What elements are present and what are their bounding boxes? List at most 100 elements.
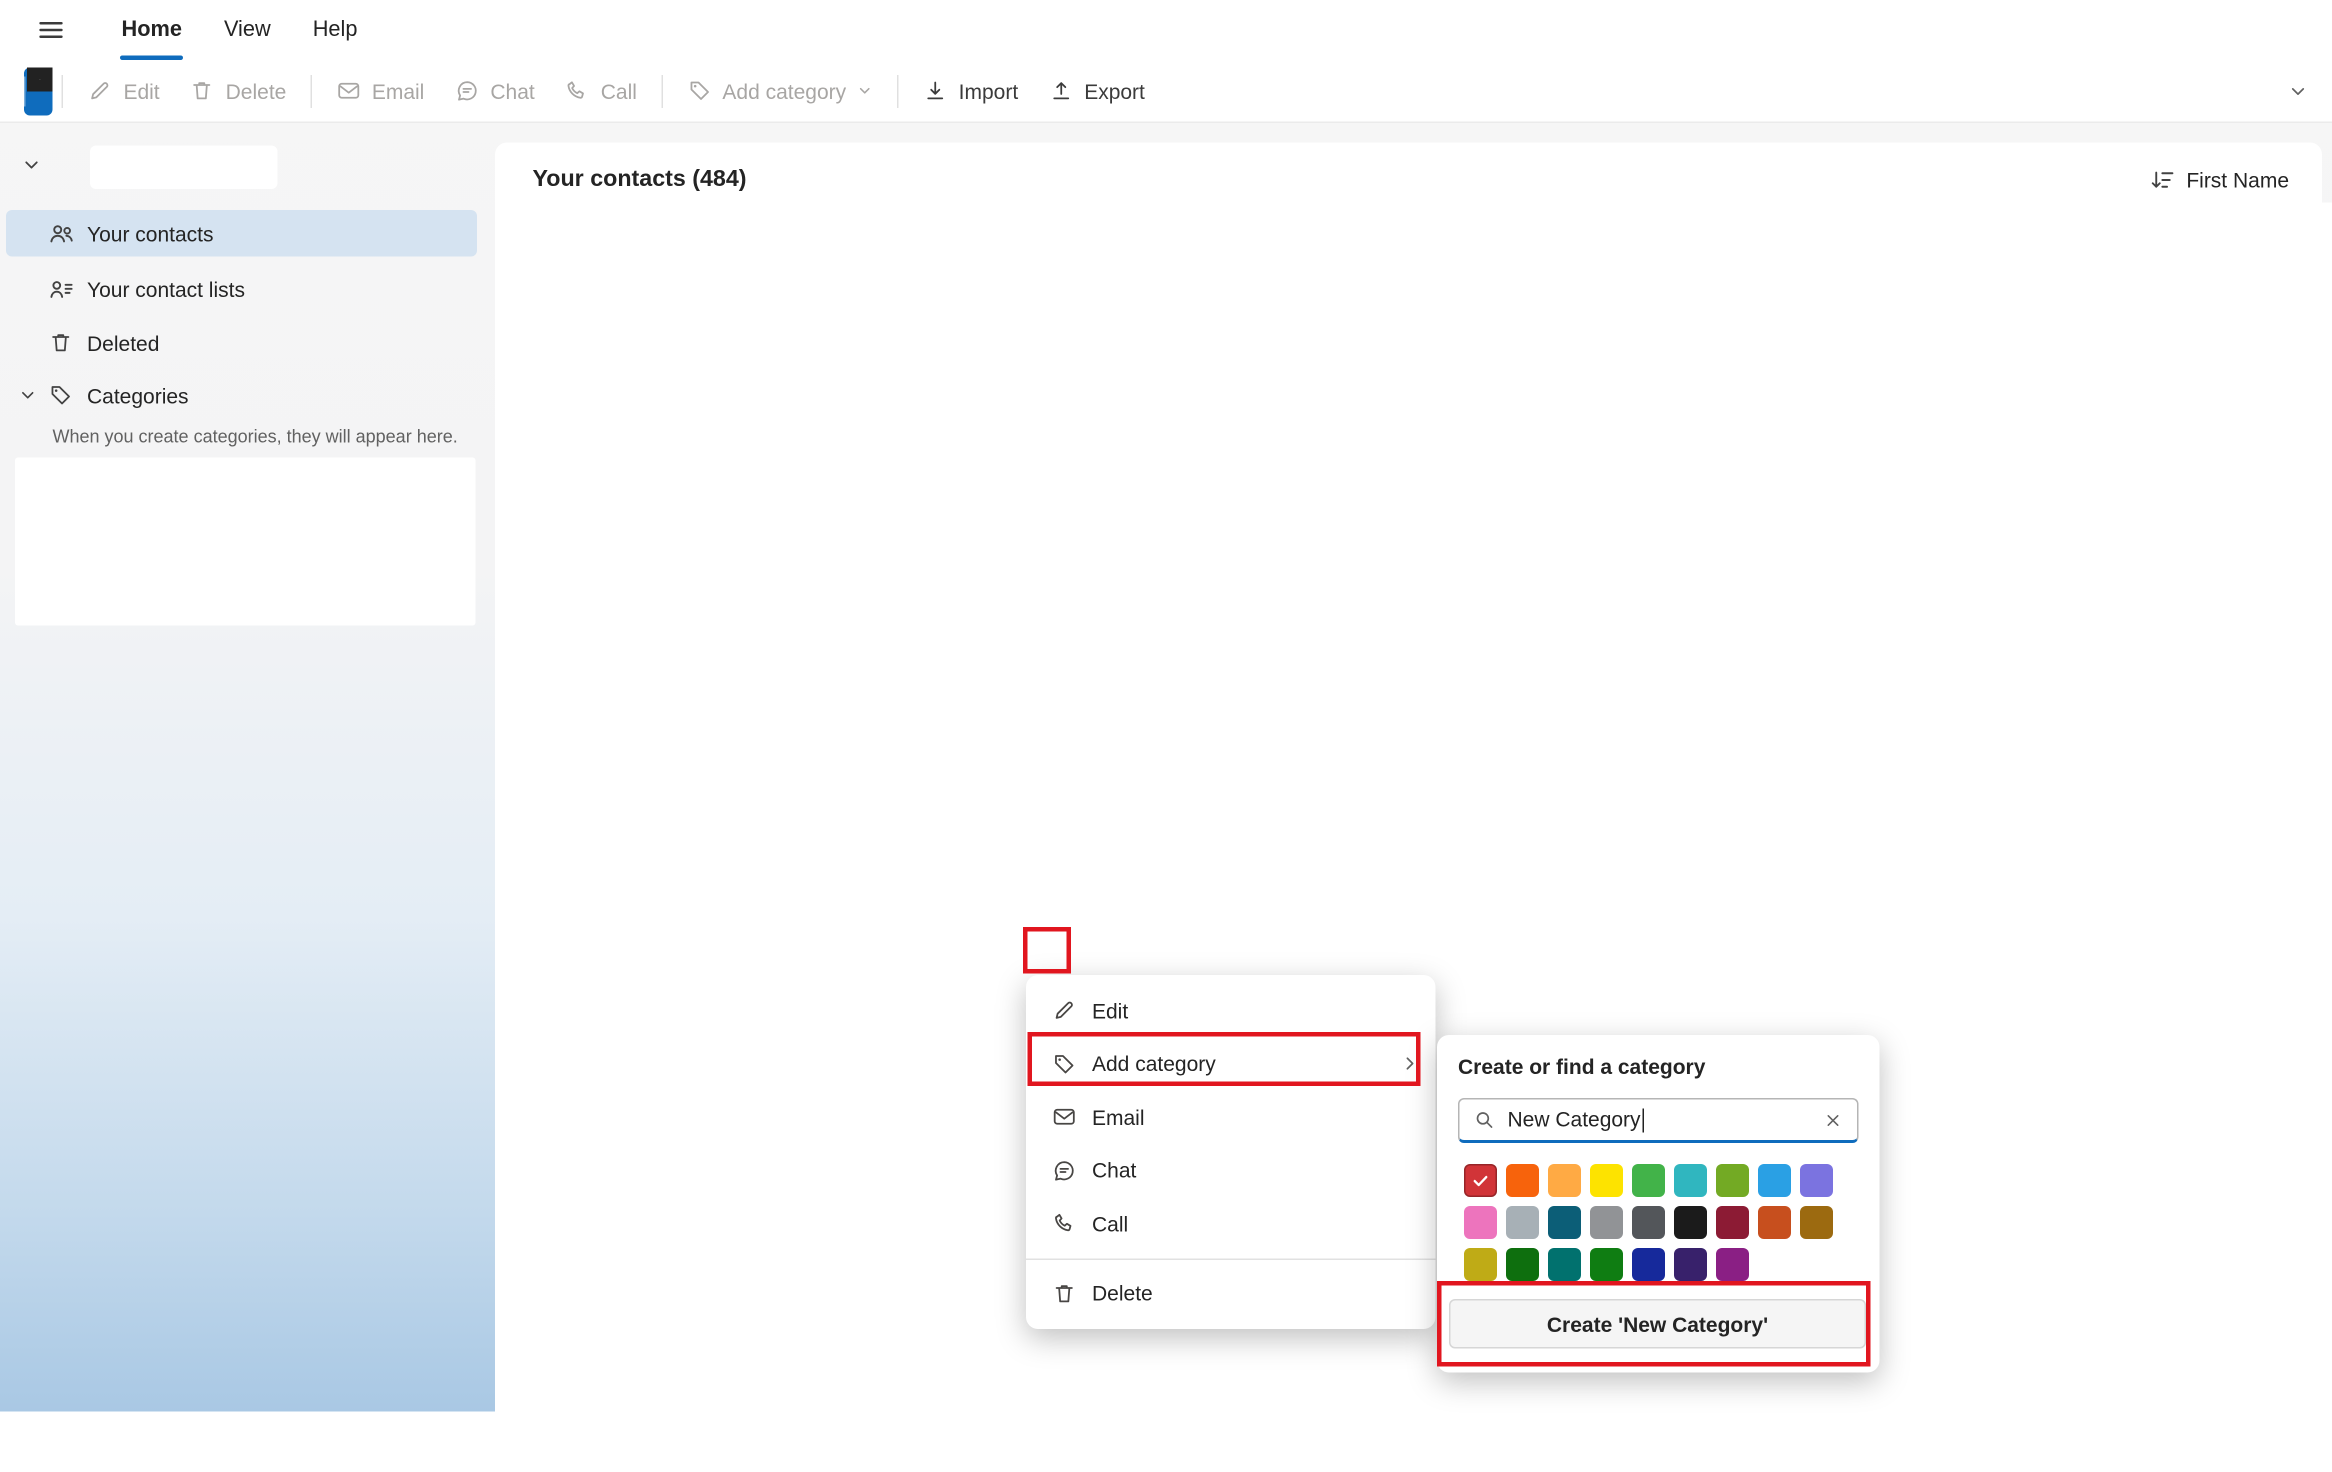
- menubar: Home View Help: [0, 0, 2332, 60]
- mail-icon: [336, 78, 362, 104]
- color-swatch[interactable]: [1674, 1206, 1707, 1239]
- phone-icon: [1050, 1211, 1077, 1237]
- trash-icon: [190, 78, 216, 104]
- menu-item-email[interactable]: Email: [1026, 1091, 1436, 1144]
- color-swatch[interactable]: [1758, 1164, 1791, 1197]
- tab-view[interactable]: View: [203, 0, 292, 60]
- email-button[interactable]: Email: [321, 67, 440, 115]
- pencil-icon: [1050, 998, 1077, 1024]
- chat-label: Chat: [490, 79, 534, 103]
- people-icon: [48, 220, 87, 247]
- menu-item-add-category[interactable]: Add category: [1026, 1037, 1436, 1090]
- sidebar-item-deleted[interactable]: Deleted: [6, 320, 477, 367]
- color-swatch[interactable]: [1590, 1206, 1623, 1239]
- menu-item-chat[interactable]: Chat: [1026, 1144, 1436, 1197]
- sidebar-item-categories[interactable]: Categories: [6, 372, 477, 419]
- color-swatch[interactable]: [1464, 1206, 1497, 1239]
- menu-item-edit[interactable]: Edit: [1026, 984, 1436, 1037]
- new-contact-button[interactable]: New contact: [24, 67, 53, 115]
- color-swatch[interactable]: [1632, 1206, 1665, 1239]
- color-swatch[interactable]: [1716, 1164, 1749, 1197]
- toolbar: New contact Edit Delete Email Chat Cal: [0, 60, 2332, 123]
- color-swatch[interactable]: [1548, 1206, 1581, 1239]
- search-icon: [1473, 1109, 1496, 1132]
- color-swatch[interactable]: [1674, 1164, 1707, 1197]
- color-swatch[interactable]: [1674, 1248, 1707, 1281]
- chat-button[interactable]: Chat: [439, 67, 549, 115]
- chevron-right-icon: [1400, 1053, 1421, 1074]
- tab-home[interactable]: Home: [101, 0, 203, 60]
- chevron-down-icon: [857, 83, 874, 100]
- hamburger-menu-button[interactable]: [35, 14, 68, 47]
- color-swatch[interactable]: [1716, 1206, 1749, 1239]
- categories-hint: When you create categories, they will ap…: [53, 426, 481, 447]
- page-title: Your contacts (484): [533, 167, 747, 194]
- color-swatch[interactable]: [1506, 1248, 1539, 1281]
- color-swatch[interactable]: [1632, 1248, 1665, 1281]
- call-button[interactable]: Call: [550, 67, 652, 115]
- context-menu: Edit Add category Email Chat Call Delete: [1026, 975, 1436, 1329]
- email-label: Email: [372, 79, 425, 103]
- color-swatch[interactable]: [1800, 1206, 1833, 1239]
- category-search-input[interactable]: New Category: [1458, 1098, 1859, 1143]
- delete-button[interactable]: Delete: [175, 67, 302, 115]
- ribbon-tabs: Home View Help: [101, 0, 379, 60]
- phone-icon: [565, 78, 591, 104]
- mail-icon: [1050, 1104, 1077, 1130]
- edit-button[interactable]: Edit: [72, 67, 174, 115]
- arrow-export-icon: [1048, 78, 1074, 104]
- sidebar-item-label: Deleted: [87, 331, 159, 355]
- sidebar-item-label: Your contact lists: [87, 277, 245, 301]
- export-button[interactable]: Export: [1033, 67, 1160, 115]
- color-swatch[interactable]: [1464, 1164, 1497, 1197]
- text-cursor: [1642, 1109, 1644, 1133]
- color-swatch[interactable]: [1506, 1164, 1539, 1197]
- import-button[interactable]: Import: [908, 67, 1034, 115]
- tag-icon: [686, 78, 712, 104]
- new-contact-label: New contact: [551, 825, 675, 849]
- color-grid: [1464, 1164, 1833, 1281]
- sort-control[interactable]: First Name: [2149, 167, 2289, 194]
- people-list-icon: [48, 275, 87, 302]
- trash-icon: [1050, 1281, 1077, 1307]
- menu-separator: [1026, 1258, 1436, 1260]
- color-swatch[interactable]: [1464, 1248, 1497, 1281]
- edit-label: Edit: [123, 79, 159, 103]
- search-value: New Category: [1508, 1107, 1811, 1133]
- sidebar-item-your-contacts[interactable]: Your contacts: [6, 210, 477, 257]
- menu-item-delete[interactable]: Delete: [1026, 1267, 1436, 1320]
- arrow-import-icon: [923, 78, 949, 104]
- create-category-button[interactable]: Create 'New Category': [1449, 1299, 1866, 1349]
- color-swatch[interactable]: [1800, 1164, 1833, 1197]
- toolbar-separator: [62, 74, 64, 107]
- category-flyout: Create or find a category New Category C…: [1437, 1035, 1880, 1373]
- split-divider: [24, 76, 26, 106]
- color-swatch[interactable]: [1548, 1248, 1581, 1281]
- color-swatch[interactable]: [1548, 1164, 1581, 1197]
- add-category-button[interactable]: Add category: [671, 67, 888, 115]
- tab-help[interactable]: Help: [292, 0, 379, 60]
- redacted-account-label: [90, 146, 278, 190]
- toolbar-separator: [310, 74, 312, 107]
- sidebar: Your contacts Your contact lists Deleted…: [0, 123, 495, 1412]
- menu-item-call[interactable]: Call: [1026, 1197, 1436, 1250]
- toolbar-overflow-chevron[interactable]: [2288, 80, 2309, 101]
- color-swatch[interactable]: [1758, 1206, 1791, 1239]
- sidebar-collapse-chevron[interactable]: [21, 155, 42, 176]
- clear-search-icon[interactable]: [1823, 1109, 1844, 1130]
- color-swatch[interactable]: [1716, 1248, 1749, 1281]
- toolbar-separator: [897, 74, 899, 107]
- sidebar-item-your-contact-lists[interactable]: Your contact lists: [6, 266, 477, 313]
- flyout-title: Create or find a category: [1458, 1055, 1705, 1079]
- color-swatch[interactable]: [1590, 1164, 1623, 1197]
- color-swatch[interactable]: [1590, 1248, 1623, 1281]
- color-swatch[interactable]: [1632, 1164, 1665, 1197]
- new-contact-dropdown-chevron[interactable]: [27, 67, 53, 91]
- sidebar-item-label: Your contacts: [87, 221, 213, 245]
- export-label: Export: [1084, 79, 1145, 103]
- chevron-down-icon[interactable]: [6, 386, 48, 406]
- call-label: Call: [601, 79, 637, 103]
- color-swatch[interactable]: [1506, 1206, 1539, 1239]
- menu-item-label: Edit: [1092, 999, 1128, 1023]
- tag-icon: [48, 383, 87, 409]
